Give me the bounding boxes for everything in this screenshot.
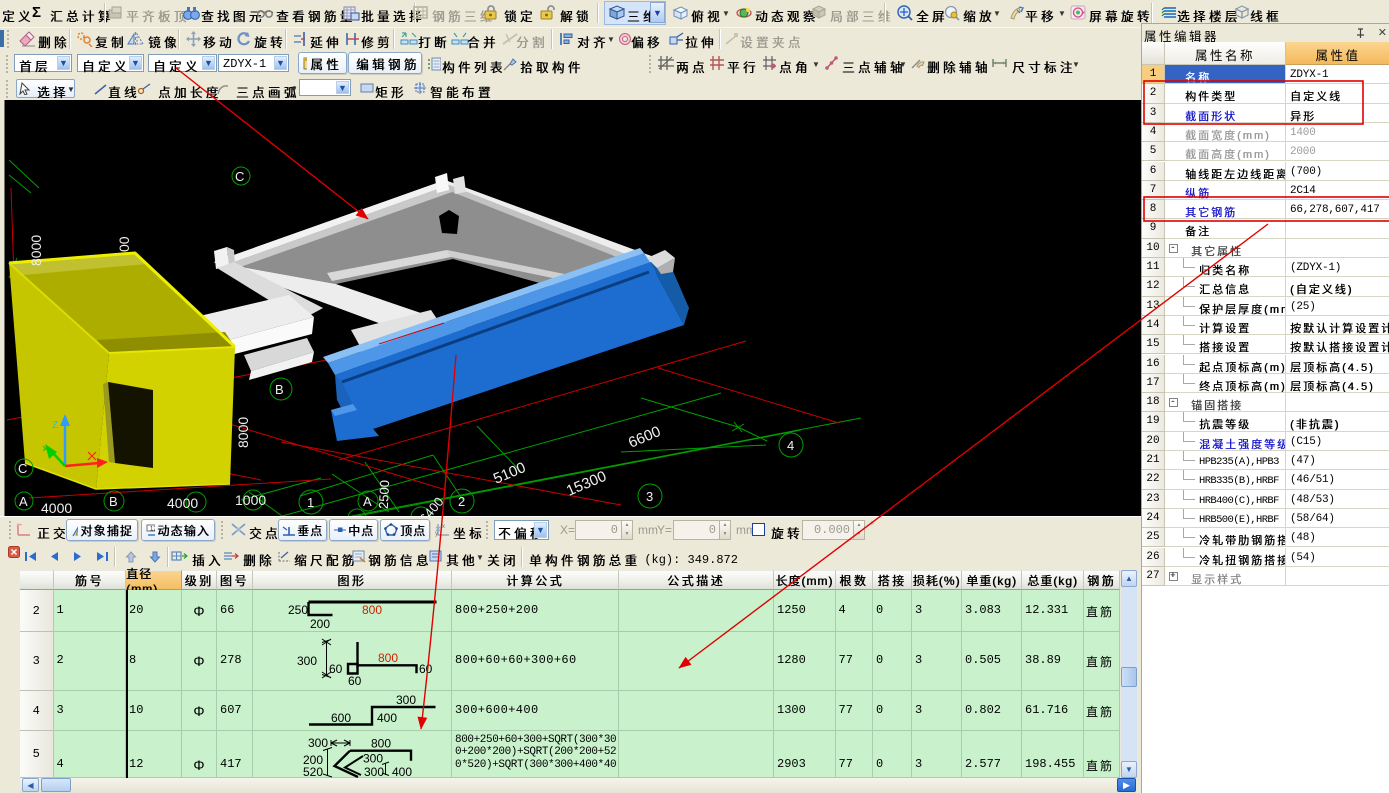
svg-text:300: 300 <box>396 693 416 707</box>
svg-text:B: B <box>275 382 284 397</box>
svg-text:4000: 4000 <box>167 495 198 511</box>
svg-text:60: 60 <box>348 674 362 688</box>
svg-text:4: 4 <box>787 438 794 453</box>
svg-text:300: 300 <box>297 654 317 668</box>
svg-text:800: 800 <box>371 737 391 751</box>
svg-text:6600: 6600 <box>626 423 663 452</box>
svg-text:C: C <box>18 461 27 476</box>
svg-text:8000: 8000 <box>235 417 251 448</box>
svg-text:3: 3 <box>646 489 653 504</box>
svg-text:B: B <box>109 494 118 509</box>
svg-text:2500: 2500 <box>376 480 392 510</box>
svg-text:z: z <box>52 416 59 431</box>
svg-text:A: A <box>19 494 28 509</box>
svg-text:4000: 4000 <box>41 500 72 516</box>
svg-text:800: 800 <box>378 651 398 665</box>
svg-text:400: 400 <box>392 765 412 778</box>
svg-text:2: 2 <box>458 494 465 509</box>
svg-text:60: 60 <box>419 662 433 676</box>
svg-text:250: 250 <box>288 603 308 617</box>
svg-text:1000: 1000 <box>235 492 266 508</box>
svg-text:300: 300 <box>308 736 328 750</box>
svg-text:x: x <box>442 524 445 530</box>
svg-text:400: 400 <box>377 711 397 725</box>
svg-text:1: 1 <box>307 495 314 510</box>
svg-text:300: 300 <box>363 752 383 766</box>
svg-text:6400: 6400 <box>416 494 446 516</box>
svg-text:A: A <box>363 494 372 509</box>
svg-text:15300: 15300 <box>564 468 609 500</box>
svg-text:y: y <box>435 531 438 537</box>
svg-text:800: 800 <box>362 603 382 617</box>
svg-text:60: 60 <box>329 662 343 676</box>
svg-text:C: C <box>235 169 244 184</box>
svg-text:12: 12 <box>150 526 155 532</box>
svg-text:8000: 8000 <box>28 235 44 266</box>
svg-text:520: 520 <box>303 765 323 778</box>
svg-text:600: 600 <box>331 711 351 725</box>
svg-text:00: 00 <box>116 236 132 252</box>
svg-text:200: 200 <box>310 617 330 631</box>
svg-text:300: 300 <box>364 765 384 778</box>
